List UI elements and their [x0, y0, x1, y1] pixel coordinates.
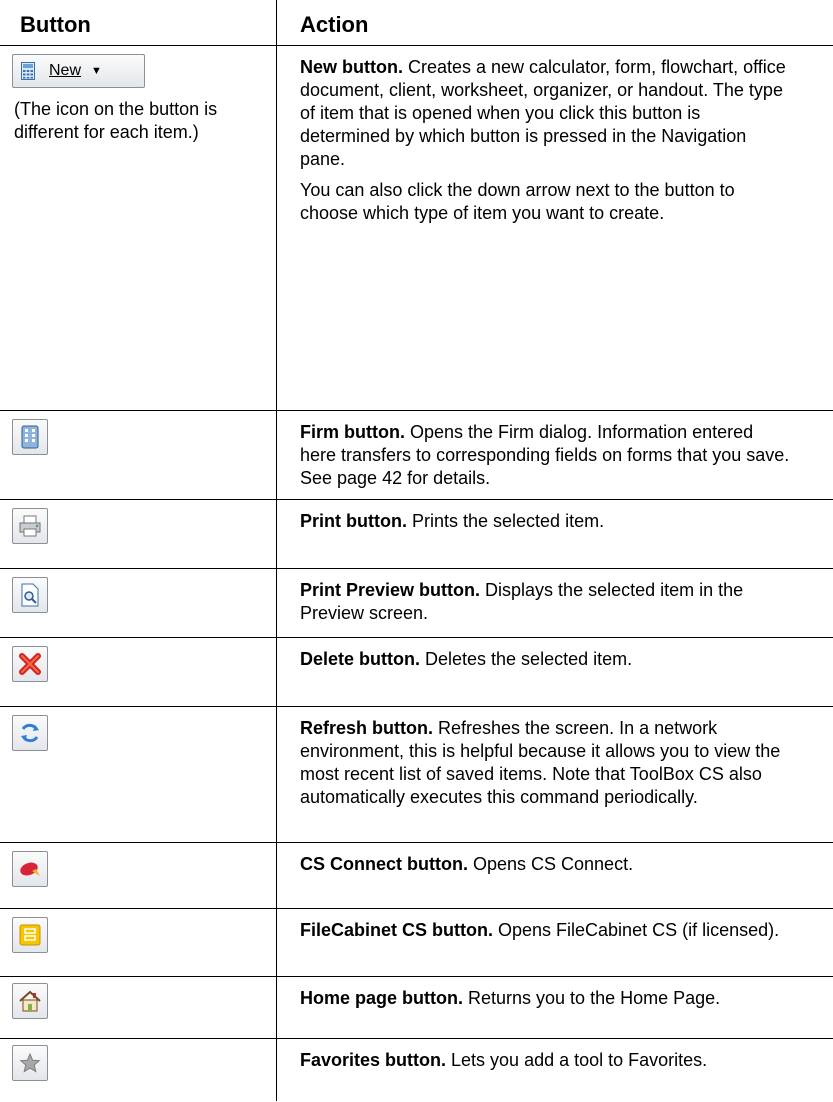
- action-text: Lets you add a tool to Favorites.: [446, 1050, 708, 1070]
- print-button[interactable]: [12, 508, 48, 544]
- cs-connect-button[interactable]: [12, 851, 48, 887]
- action-title: Delete button.: [300, 649, 420, 669]
- action-title: Firm button.: [300, 422, 405, 442]
- header-button: Button: [20, 12, 91, 37]
- new-button-note: (The icon on the button is different for…: [14, 99, 218, 142]
- table-row-print-preview: Print Preview button. Displays the selec…: [0, 568, 833, 638]
- firm-button[interactable]: [12, 419, 48, 455]
- action-home: Home page button. Returns you to the Hom…: [300, 987, 790, 1018]
- action-title: Home page button.: [300, 988, 463, 1008]
- action-refresh: Refresh button. Refreshes the screen. In…: [300, 717, 790, 817]
- action-favorites: Favorites button. Lets you add a tool to…: [300, 1049, 790, 1080]
- action-print: Print button. Prints the selected item.: [300, 510, 790, 541]
- action-text: Returns you to the Home Page.: [463, 988, 721, 1008]
- action-title: Print button.: [300, 511, 407, 531]
- action-title: New button.: [300, 57, 403, 77]
- home-button[interactable]: [12, 983, 48, 1019]
- action-new: New button. Creates a new calculator, fo…: [300, 56, 790, 233]
- new-button[interactable]: New ▼: [12, 54, 145, 88]
- action-title: Favorites button.: [300, 1050, 447, 1070]
- header-action: Action: [300, 12, 369, 37]
- chevron-down-icon[interactable]: ▼: [91, 65, 102, 77]
- action-text-extra: You can also click the down arrow next t…: [300, 180, 735, 223]
- action-title: FileCabinet CS button.: [300, 920, 493, 940]
- table-row-cs-connect: CS Connect button. Opens CS Connect.: [0, 842, 833, 909]
- print-preview-button[interactable]: [12, 577, 48, 613]
- calculator-icon: [21, 62, 35, 80]
- favorites-button[interactable]: [12, 1045, 48, 1081]
- filecabinet-icon: [19, 924, 41, 946]
- table-header: Button Action: [0, 0, 833, 45]
- table-row-delete: Delete button. Deletes the selected item…: [0, 637, 833, 707]
- delete-button[interactable]: [12, 646, 48, 682]
- action-text: Deletes the selected item.: [420, 649, 633, 669]
- action-title: Print Preview button.: [300, 580, 481, 600]
- table-row-filecabinet: FileCabinet CS button. Opens FileCabinet…: [0, 908, 833, 977]
- action-text: Prints the selected item.: [406, 511, 605, 531]
- action-text: Opens FileCabinet CS (if licensed).: [493, 920, 780, 940]
- favorites-icon: [19, 1052, 41, 1073]
- refresh-icon: [21, 723, 39, 743]
- action-delete: Delete button. Deletes the selected item…: [300, 648, 790, 679]
- action-print-preview: Print Preview button. Displays the selec…: [300, 579, 790, 633]
- new-button-label: New: [49, 62, 82, 79]
- action-cs-connect: CS Connect button. Opens CS Connect.: [300, 853, 790, 884]
- table-row-refresh: Refresh button. Refreshes the screen. In…: [0, 706, 833, 843]
- print-preview-icon: [21, 583, 39, 607]
- delete-icon: [19, 653, 41, 675]
- action-title: CS Connect button.: [300, 854, 468, 874]
- table-row-home: Home page button. Returns you to the Hom…: [0, 976, 833, 1039]
- print-icon: [19, 515, 41, 537]
- action-firm: Firm button. Opens the Firm dialog. Info…: [300, 421, 790, 498]
- filecabinet-button[interactable]: [12, 917, 48, 953]
- action-title: Refresh button.: [300, 718, 433, 738]
- action-text: Opens CS Connect.: [467, 854, 634, 874]
- firm-icon: [21, 425, 39, 449]
- cs-connect-icon: [20, 862, 40, 876]
- button-action-table: Button Action New ▼ (The icon on the but…: [0, 0, 833, 1101]
- refresh-button[interactable]: [12, 715, 48, 751]
- table-row-new: New ▼ (The icon on the button is differe…: [0, 45, 833, 411]
- home-icon: [19, 990, 41, 1012]
- table-row-print: Print button. Prints the selected item.: [0, 499, 833, 569]
- action-filecabinet: FileCabinet CS button. Opens FileCabinet…: [300, 919, 790, 950]
- table-row-favorites: Favorites button. Lets you add a tool to…: [0, 1038, 833, 1102]
- table-row-firm: Firm button. Opens the Firm dialog. Info…: [0, 410, 833, 500]
